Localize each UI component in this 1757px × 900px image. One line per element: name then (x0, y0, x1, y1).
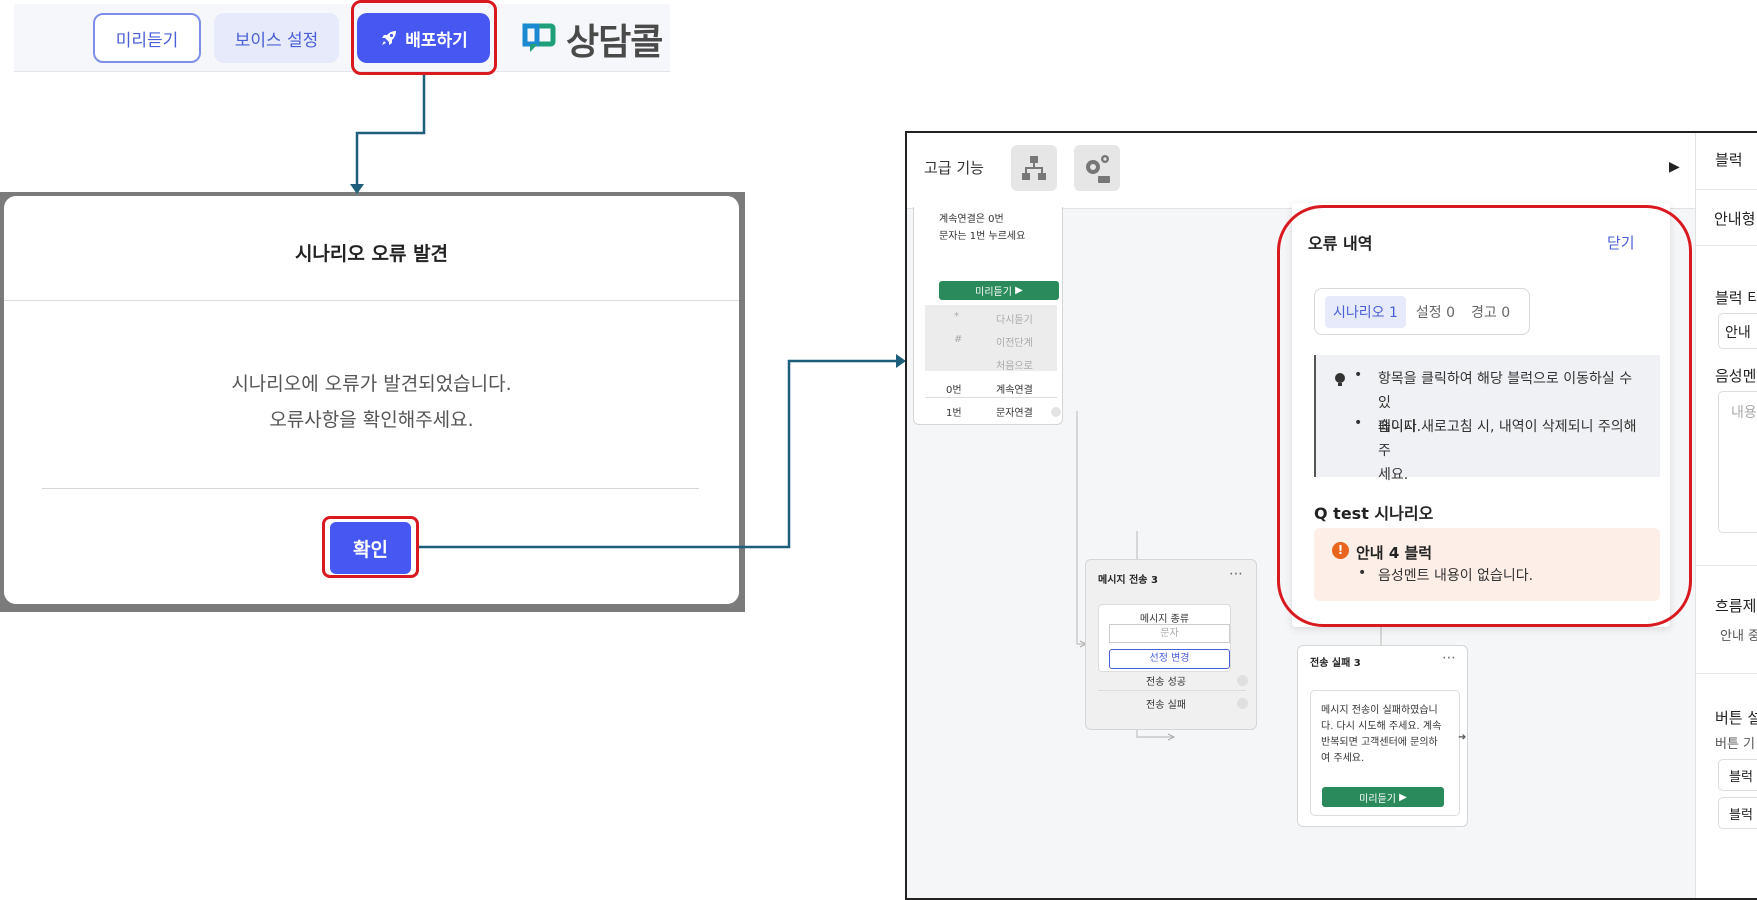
key-label: 1번 (946, 408, 962, 419)
divider (1696, 673, 1757, 674)
key-action: 계속연결 (996, 385, 1033, 396)
block-title: 전송 실패 3 (1310, 658, 1361, 669)
key-action: 다시듣기 (996, 315, 1033, 326)
block-text-line: 메시지 전송이 실패하였습니 (1321, 705, 1438, 716)
field-label: 메시지 종류 (1139, 614, 1190, 625)
preview-label: 미리듣기 (975, 287, 1012, 298)
block-title: 메시지 전송 3 (1098, 575, 1158, 586)
block-title-label: 블럭 타 (1715, 289, 1757, 307)
key-label: * (954, 311, 959, 322)
annotated-guide: 미리듣기 보이스 설정 배포하기 상담콜 시나리오 오류 발견 시나리오에 오류… (0, 0, 1757, 900)
voice-guide-block[interactable]: 계속연결은 0번 문자는 1번 누르세요 미리듣기 ▶ * 다시듣기 # 이전단… (913, 207, 1063, 425)
message-send-block[interactable]: 메시지 전송 3 ⋯ 메시지 종류 문자 선정 변경 전송 성공 전송 실패 (1085, 559, 1257, 730)
button-settings-label: 버튼 설 (1715, 709, 1757, 727)
voice-ment-label: 음성멘 (1715, 367, 1757, 385)
divider (1696, 245, 1757, 246)
block-text-line: 여 주세요. (1321, 753, 1365, 764)
block-content: 메시지 전송이 실패하였습니 다. 다시 시도해 주세요. 계속 반복되면 고객… (1310, 690, 1460, 816)
key-action: 이전단계 (996, 338, 1033, 349)
key-action: 처음으로 (996, 361, 1033, 372)
block-preview-button[interactable]: 미리듣기 ▶ (1322, 787, 1444, 807)
send-success-label: 전송 성공 (1146, 677, 1186, 688)
key-label: # (954, 334, 963, 345)
block-text-line: 계속연결은 0번 (939, 214, 1004, 225)
divider (1098, 690, 1246, 691)
key-label: 0번 (946, 385, 962, 396)
button-settings-desc: 버튼 기 (1715, 737, 1756, 752)
panel-title: 블럭 (1715, 151, 1743, 169)
voice-ment-textarea[interactable]: 내용 (1718, 391, 1757, 533)
block-text-line: 다. 다시 시도해 주세요. 계속 (1321, 721, 1442, 732)
more-icon[interactable]: ⋯ (1442, 650, 1456, 666)
button-block-select[interactable]: 블럭 (1718, 759, 1757, 791)
flow-control-label: 흐름제 (1715, 597, 1757, 615)
block-properties-panel: 블럭 안내형 블럭 타 안내 음성멘 내용 흐름제 안내 중 버튼 설 버튼 기… (1695, 133, 1757, 898)
disabled-keys (925, 305, 1057, 371)
block-title-input[interactable]: 안내 (1718, 313, 1757, 349)
connect-handle[interactable] (1237, 698, 1248, 709)
connect-handle[interactable] (1051, 407, 1061, 417)
block-type-value: 안내형 (1714, 210, 1756, 228)
message-type-input[interactable]: 문자 (1109, 624, 1230, 643)
change-selection-button[interactable]: 선정 변경 (1109, 649, 1230, 669)
error-panel-highlight (1277, 205, 1692, 627)
divider (1696, 189, 1757, 190)
connect-handle[interactable] (1237, 675, 1248, 686)
divider (925, 397, 1057, 398)
preview-label: 미리듣기 (1359, 793, 1396, 805)
send-failure-block[interactable]: 전송 실패 3 ⋯ 메시지 전송이 실패하였습니 다. 다시 시도해 주세요. … (1297, 645, 1468, 827)
block-text-line: 반복되면 고객센터에 문의하 (1321, 737, 1438, 748)
play-icon: ▶ (1399, 791, 1407, 803)
flow-control-value: 안내 중 (1720, 629, 1757, 644)
divider (1696, 565, 1757, 566)
block-preview-button[interactable]: 미리듣기 ▶ (939, 281, 1059, 300)
key-action: 문자연결 (996, 408, 1033, 419)
more-icon[interactable]: ⋯ (1229, 566, 1243, 582)
message-type-field: 메시지 종류 문자 선정 변경 (1098, 604, 1231, 672)
send-fail-label: 전송 실패 (1146, 700, 1186, 711)
button-block-select[interactable]: 블럭 (1718, 797, 1757, 829)
arrow-right-icon: ➜ (1458, 732, 1467, 743)
play-icon: ▶ (1015, 285, 1023, 296)
block-text-line: 문자는 1번 누르세요 (939, 231, 1026, 242)
